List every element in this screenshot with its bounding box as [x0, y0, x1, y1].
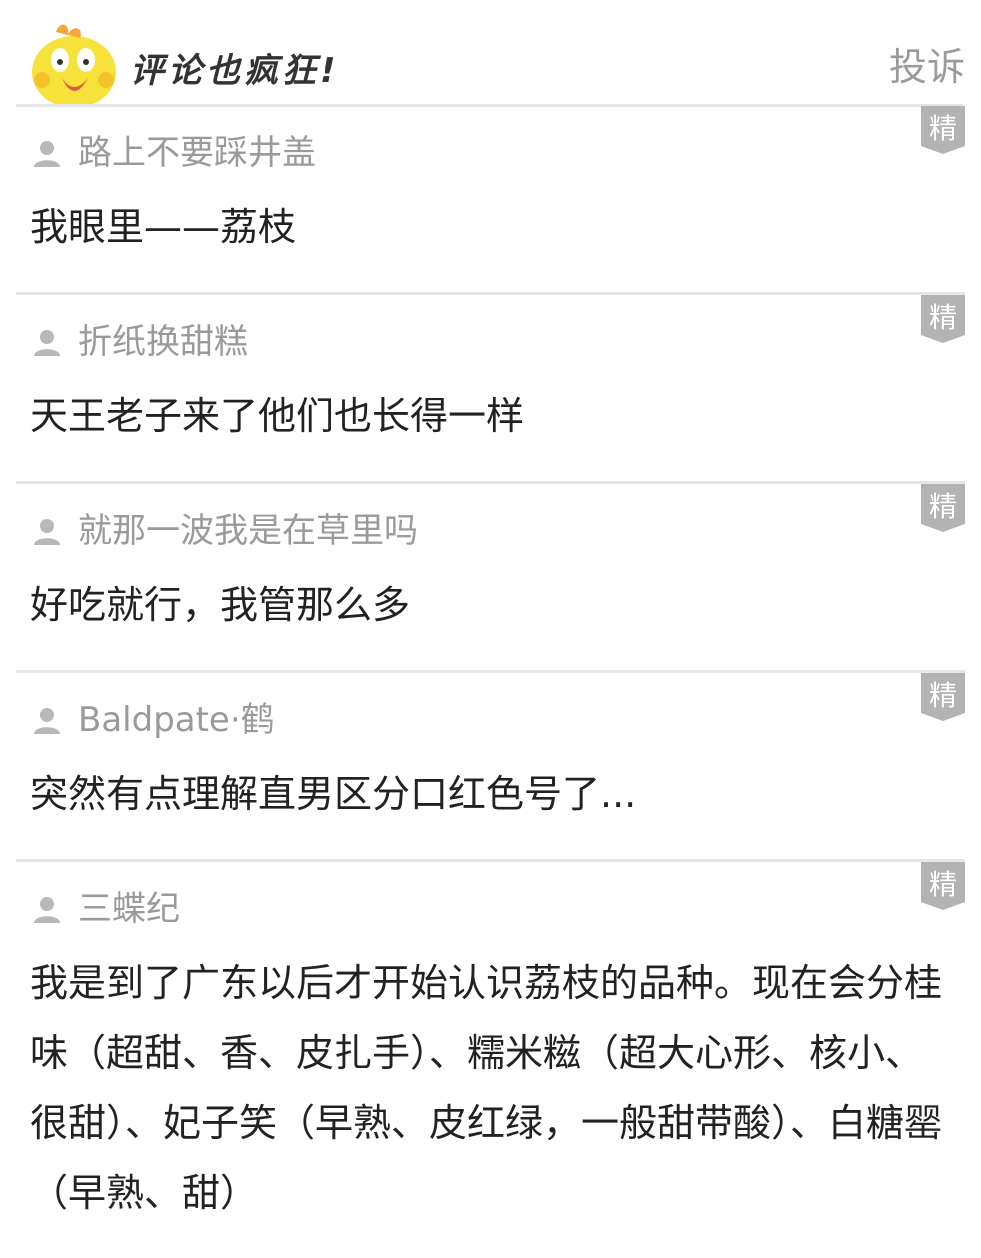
comment-user-row: Baldpate·鹤	[30, 697, 965, 743]
user-icon	[34, 897, 60, 923]
user-icon	[34, 141, 60, 167]
comment-item: 精 三蝶纪 我是到了广东以后才开始认识荔枝的品种。现在会分桂味（超甜、香、皮扎手…	[16, 862, 965, 1258]
featured-badge-label: 精	[929, 868, 957, 901]
comment-user-row: 就那一波我是在草里吗	[30, 508, 965, 554]
comment-list: 精 路上不要踩井盖 我眼里——荔枝 精 折纸换甜糕 天王老子来了他们也长得一样	[0, 106, 981, 1258]
comment-username[interactable]: 路上不要踩井盖	[78, 130, 316, 176]
comment-item: 精 折纸换甜糕 天王老子来了他们也长得一样	[16, 295, 965, 484]
comment-text: 天王老子来了他们也长得一样	[30, 394, 525, 438]
featured-badge-icon: 精	[921, 862, 965, 910]
comment-user-row: 三蝶纪	[30, 886, 965, 932]
featured-badge-label: 精	[929, 112, 957, 145]
featured-badge-icon: 精	[921, 673, 965, 721]
featured-badge-label: 精	[929, 301, 957, 334]
user-icon	[34, 330, 60, 356]
report-button[interactable]: 投诉	[889, 42, 965, 92]
featured-badge-label: 精	[929, 679, 957, 712]
comment-text: 好吃就行，我管那么多	[30, 583, 411, 627]
comment-text: 我是到了广东以后才开始认识荔枝的品种。现在会分桂味（超甜、香、皮扎手）、糯米糍（…	[30, 961, 943, 1215]
comment-text: 突然有点理解直男区分口红色号了...	[30, 772, 637, 816]
featured-badge-icon: 精	[921, 484, 965, 532]
featured-badge-label: 精	[929, 490, 957, 523]
comment-item: 精 路上不要踩井盖 我眼里——荔枝	[16, 106, 965, 295]
comment-username[interactable]: 就那一波我是在草里吗	[78, 508, 418, 554]
featured-badge-icon: 精	[921, 295, 965, 343]
user-icon	[34, 519, 60, 545]
comment-username[interactable]: Baldpate·鹤	[78, 697, 275, 743]
section-title: 评论也疯狂!	[130, 51, 340, 91]
comment-username[interactable]: 三蝶纪	[78, 886, 180, 932]
mascot-icon	[32, 24, 116, 106]
comment-username[interactable]: 折纸换甜糕	[78, 319, 248, 365]
comments-header: 评论也疯狂! 投诉	[0, 0, 981, 106]
featured-badge-icon: 精	[921, 106, 965, 154]
comment-user-row: 折纸换甜糕	[30, 319, 965, 365]
comment-item: 精 Baldpate·鹤 突然有点理解直男区分口红色号了...	[16, 673, 965, 862]
comment-text: 我眼里——荔枝	[30, 205, 297, 249]
comment-item: 精 就那一波我是在草里吗 好吃就行，我管那么多	[16, 484, 965, 673]
comment-user-row: 路上不要踩井盖	[30, 130, 965, 176]
user-icon	[34, 708, 60, 734]
